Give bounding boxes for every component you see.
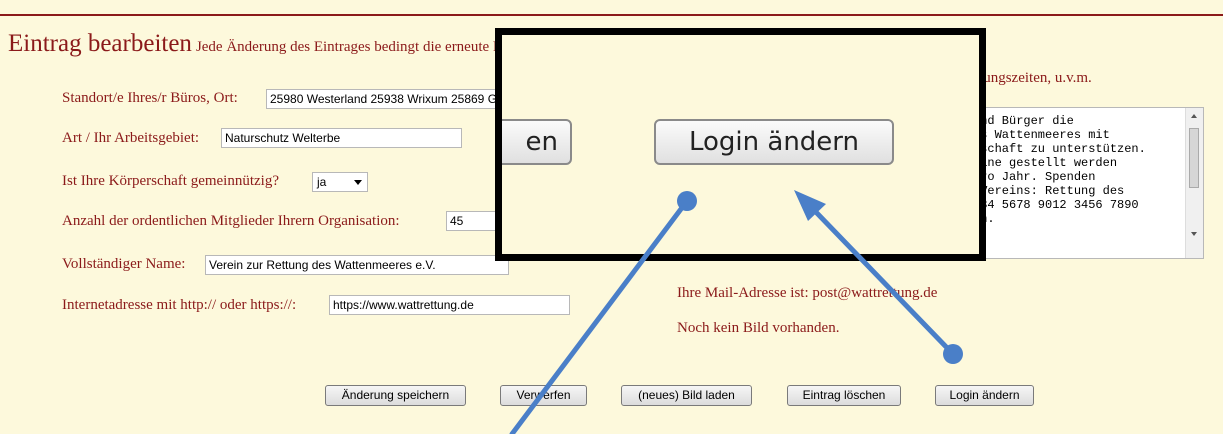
arrow-line-left: [509, 198, 690, 434]
arrow-dot-left: [677, 191, 697, 211]
annotation-arrows: [509, 190, 963, 434]
arrow-dot-right: [943, 344, 963, 364]
arrow-line-right: [810, 206, 956, 357]
